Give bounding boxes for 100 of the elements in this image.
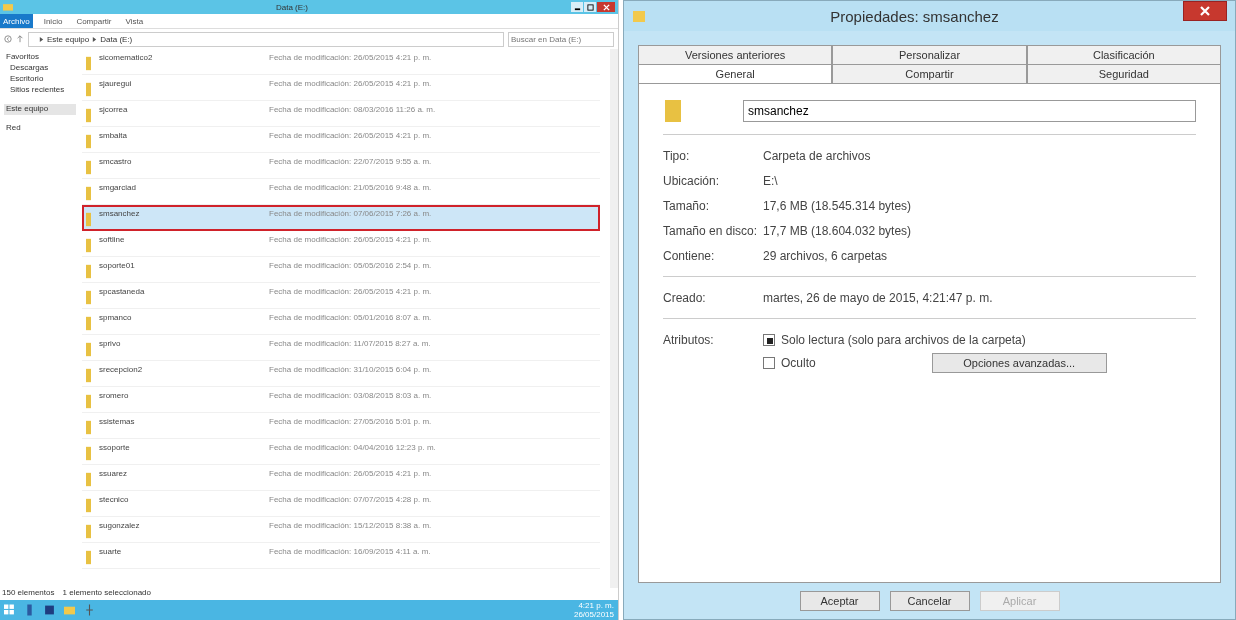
folder-icon	[86, 186, 91, 201]
close-icon	[1200, 6, 1210, 16]
property-value: martes, 26 de mayo de 2015, 4:21:47 p. m.	[763, 290, 993, 305]
tab[interactable]: General	[638, 64, 833, 83]
file-name: softline	[99, 235, 126, 244]
tab[interactable]: Versiones anteriores	[638, 45, 833, 64]
file-name: sugonzalez	[99, 521, 141, 530]
modified-date: Fecha de modificación: 21/05/2016 9:48 a. m.	[269, 183, 432, 192]
file-name: sprivo	[99, 339, 122, 348]
modified-date: Fecha de modificación: 05/05/2016 2:54 p. m.	[269, 261, 432, 270]
sidebar-item[interactable]: Descargas	[4, 63, 76, 74]
file-row[interactable]: spcastaneda Fecha de modificación: 26/05/2015 4:21 p. m.	[82, 283, 600, 309]
dialog-title: Propiedades: smsanchez	[829, 7, 1000, 25]
folder-icon	[86, 56, 91, 71]
file-name: ssuarez	[99, 469, 128, 478]
file-row[interactable]: suarte Fecha de modificación: 16/09/2015 4:11 a. m.	[82, 543, 600, 569]
modified-date: Fecha de modificación: 27/05/2016 5:01 p. m.	[269, 417, 432, 426]
modified-date: Fecha de modificación: 11/07/2015 8:27 a. m.	[269, 339, 431, 348]
tab[interactable]: Compartir	[832, 64, 1027, 83]
file-row[interactable]: sugonzalez Fecha de modificación: 15/12/2015 8:38 a. m.	[82, 517, 600, 543]
folder-icon	[86, 160, 91, 175]
file-name: soporte01	[99, 261, 136, 270]
modified-date: Fecha de modificación: 26/05/2015 4:21 p. m.	[269, 53, 432, 62]
sidebar-item[interactable]: Red	[4, 123, 76, 134]
folder-icon	[86, 342, 91, 357]
file-row[interactable]: smcastro Fecha de modificación: 22/07/2015 9:55 a. m.	[82, 153, 600, 179]
modified-date: Fecha de modificación: 07/07/2015 4:28 p. m.	[269, 495, 432, 504]
start-icon[interactable]	[4, 604, 15, 616]
search-field[interactable]: Buscar en Data (E:)	[508, 31, 614, 47]
file-row[interactable]: smsanchez Fecha de modificación: 07/06/2015 7:26 a. m.	[82, 205, 600, 231]
breadcrumb-item[interactable]: Este equipo	[47, 34, 90, 44]
file-row[interactable]: sprivo Fecha de modificación: 11/07/2015 8:27 a. m.	[82, 335, 600, 361]
property-label: Creado:	[663, 290, 707, 305]
tab[interactable]: Clasificación	[1026, 45, 1221, 64]
file-row[interactable]: sjcorrea Fecha de modificación: 08/03/2016 11:26 a. m.	[82, 101, 600, 127]
file-name: sjcorrea	[99, 105, 129, 114]
checkbox[interactable]	[763, 334, 775, 346]
file-row[interactable]: ssuarez Fecha de modificación: 26/05/2015 4:21 p. m.	[82, 465, 600, 491]
sidebar-item[interactable]: Sitios recientes	[4, 85, 76, 96]
folder-icon	[86, 498, 91, 513]
checkbox[interactable]	[763, 357, 775, 369]
modified-date: Fecha de modificación: 26/05/2015 4:21 p. m.	[269, 469, 432, 478]
file-row[interactable]: srecepcion2 Fecha de modificación: 31/10/2015 6:04 p. m.	[82, 361, 600, 387]
folder-icon	[86, 394, 91, 409]
file-name: smcastro	[99, 157, 133, 166]
file-row[interactable]: sicomematico2 Fecha de modificación: 26/05/2015 4:21 p. m.	[82, 49, 600, 75]
file-name: sjauregui	[99, 79, 133, 88]
name-field[interactable]: smsanchez	[743, 100, 1196, 122]
modified-date: Fecha de modificación: 05/01/2016 8:07 a. m.	[269, 313, 432, 322]
file-row[interactable]: softline Fecha de modificación: 26/05/2015 4:21 p. m.	[82, 231, 600, 257]
modified-date: Fecha de modificación: 26/05/2015 4:21 p. m.	[269, 287, 432, 296]
folder-icon	[86, 524, 91, 539]
file-row[interactable]: smbalta Fecha de modificación: 26/05/2015 4:21 p. m.	[82, 127, 600, 153]
file-name: sromero	[99, 391, 130, 400]
close-button[interactable]	[597, 2, 615, 12]
modified-date: Fecha de modificación: 08/03/2016 11:26 a. m.	[269, 105, 436, 114]
folder-icon	[86, 550, 91, 565]
property-label: Contiene:	[663, 248, 716, 263]
minimize-button[interactable]	[571, 2, 583, 12]
file-row[interactable]: sromero Fecha de modificación: 03/08/2015 8:03 a. m.	[82, 387, 600, 413]
sidebar-item[interactable]: Este equipo	[4, 104, 76, 115]
sidebar-item[interactable]: Favoritos	[4, 52, 76, 63]
file-row[interactable]: soporte01 Fecha de modificación: 05/05/2016 2:54 p. m.	[82, 257, 600, 283]
property-value: Carpeta de archivos	[763, 148, 871, 163]
ribbon-tab[interactable]: Archivo	[0, 14, 33, 28]
folder-icon	[86, 472, 91, 487]
folder-icon	[663, 98, 683, 124]
dialog-button[interactable]: Aceptar	[799, 591, 880, 611]
file-row[interactable]: ssoporte Fecha de modificación: 04/04/2016 12:23 p. m.	[82, 439, 600, 465]
modified-date: Fecha de modificación: 07/06/2015 7:26 a. m.	[269, 209, 432, 218]
sidebar-item[interactable]: Escritorio	[4, 74, 76, 85]
file-row[interactable]: spmanco Fecha de modificación: 05/01/2016 8:07 a. m.	[82, 309, 600, 335]
status-text: 1 elemento seleccionado	[62, 588, 151, 599]
scroll-bar[interactable]	[610, 49, 618, 588]
folder-icon	[632, 9, 646, 23]
modified-date: Fecha de modificación: 03/08/2015 8:03 a. m.	[269, 391, 432, 400]
window-title: Data (E:)	[275, 2, 309, 12]
property-value: 17,7 MB (18.604.032 bytes)	[763, 223, 912, 238]
up-arrow-icon[interactable]	[16, 35, 24, 43]
folder-icon	[86, 264, 91, 279]
file-row[interactable]: ssistemas Fecha de modificación: 27/05/2016 5:01 p. m.	[82, 413, 600, 439]
close-icon	[602, 3, 610, 11]
back-icon[interactable]	[4, 35, 12, 43]
ribbon-tab[interactable]: Compartir	[73, 14, 115, 28]
advanced-options-button[interactable]: Opciones avanzadas...	[931, 353, 1107, 373]
modified-date: Fecha de modificación: 04/04/2016 12:23 p. m.	[269, 443, 436, 452]
breadcrumb-item[interactable]: Data (E:)	[100, 34, 133, 44]
close-button[interactable]	[1183, 1, 1227, 21]
dialog-button[interactable]: Cancelar	[889, 591, 970, 611]
ribbon-tab[interactable]: Vista	[122, 14, 147, 28]
modified-date: Fecha de modificación: 26/05/2015 4:21 p. m.	[269, 131, 432, 140]
file-row[interactable]: sjauregui Fecha de modificación: 26/05/2015 4:21 p. m.	[82, 75, 600, 101]
tab[interactable]: Personalizar	[832, 45, 1027, 64]
modified-date: Fecha de modificación: 22/07/2015 9:55 a. m.	[269, 157, 432, 166]
file-name: srecepcion2	[99, 365, 144, 374]
ribbon-tab[interactable]: Inicio	[40, 14, 66, 28]
maximize-button[interactable]	[584, 2, 596, 12]
file-row[interactable]: stecnico Fecha de modificación: 07/07/2015 4:28 p. m.	[82, 491, 600, 517]
tab[interactable]: Seguridad	[1026, 64, 1221, 83]
address-bar[interactable]: Este equipo Data (E:)	[28, 31, 504, 47]
